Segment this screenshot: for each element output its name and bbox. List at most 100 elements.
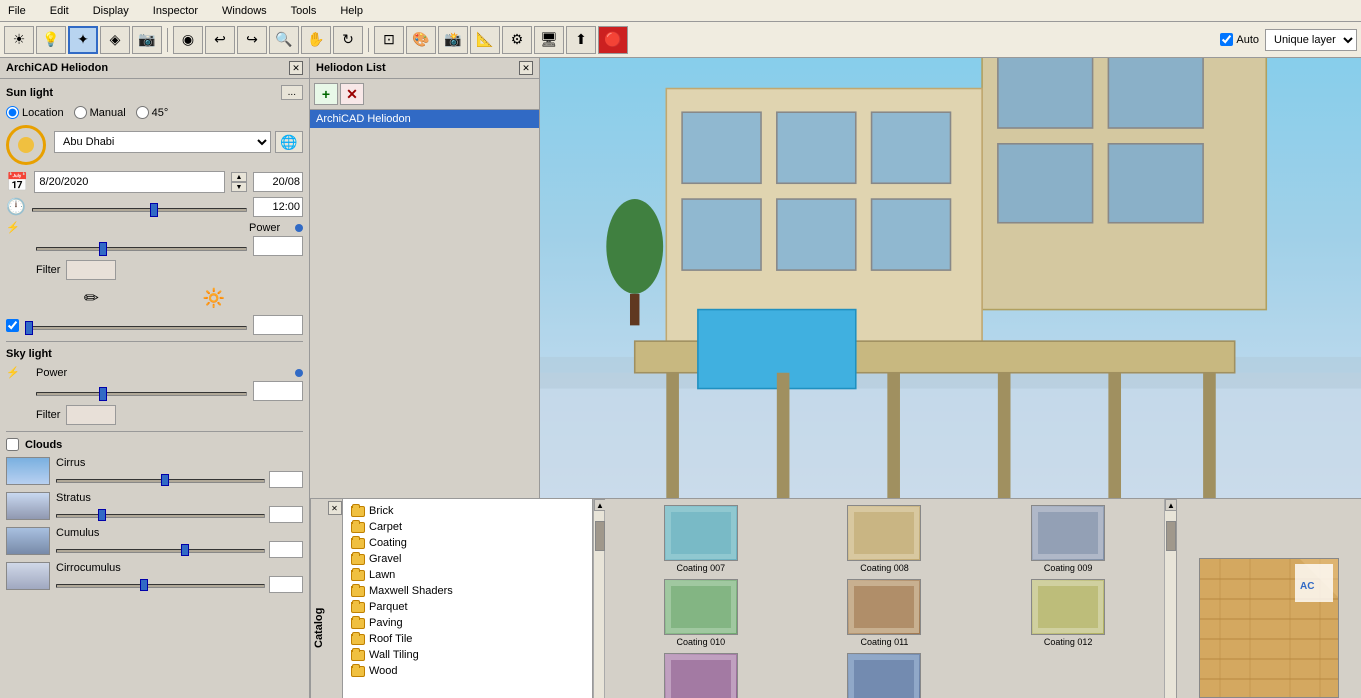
toolbar-camera[interactable]: 📷 bbox=[132, 26, 162, 54]
thumb-coating007[interactable]: Coating 007 bbox=[611, 505, 791, 575]
toolbar-color[interactable]: 🎨 bbox=[406, 26, 436, 54]
folder-icon-parquet bbox=[351, 602, 365, 613]
thumb-coating013[interactable]: Coating 013 bbox=[611, 653, 791, 698]
filter-input[interactable] bbox=[66, 260, 116, 280]
toolbar-red[interactable]: 🔴 bbox=[598, 26, 628, 54]
cirrocumulus-controls: Cirrocumulus 40 bbox=[56, 562, 303, 593]
thumb-coating014[interactable]: Coating 014 bbox=[795, 653, 975, 698]
thumb-coating008[interactable]: Coating 008 bbox=[795, 505, 975, 575]
cumulus-value[interactable]: 60 bbox=[269, 541, 303, 558]
sun-light-icon[interactable]: 🔆 bbox=[203, 288, 225, 309]
tree-item-lawn[interactable]: Lawn bbox=[347, 567, 588, 583]
toolbar-undo[interactable]: ↩ bbox=[205, 26, 235, 54]
catalog-vertical-label[interactable]: Catalog bbox=[310, 499, 327, 698]
catalog-close-button[interactable]: ✕ bbox=[328, 501, 342, 515]
sun-checkbox[interactable] bbox=[6, 319, 19, 332]
menu-windows[interactable]: Windows bbox=[218, 3, 271, 19]
time-slider-thumb[interactable] bbox=[150, 203, 158, 217]
cirrocumulus-thumb-slider[interactable] bbox=[140, 579, 148, 591]
skylight-filter-label: Filter bbox=[36, 409, 60, 421]
tree-item-rooftile[interactable]: Roof Tile bbox=[347, 631, 588, 647]
menu-tools[interactable]: Tools bbox=[287, 3, 321, 19]
toolbar-pan[interactable]: ✋ bbox=[301, 26, 331, 54]
power-slider-thumb[interactable] bbox=[99, 242, 107, 256]
layer-select[interactable]: Unique layer bbox=[1265, 29, 1357, 51]
tree-item-wood[interactable]: Wood bbox=[347, 663, 588, 679]
power-value-input[interactable]: 0.00 bbox=[253, 236, 303, 256]
heliodon-close-button[interactable]: ✕ bbox=[289, 61, 303, 75]
menu-file[interactable]: File bbox=[4, 3, 30, 19]
viewport-3d[interactable] bbox=[540, 58, 1361, 498]
skylight-slider-thumb[interactable] bbox=[99, 387, 107, 401]
toolbar-export[interactable]: ⬆ bbox=[566, 26, 596, 54]
toolbar-render[interactable]: ◉ bbox=[173, 26, 203, 54]
radio-45deg[interactable]: 45° bbox=[136, 106, 169, 119]
menu-inspector[interactable]: Inspector bbox=[149, 3, 202, 19]
power-section: ⚡ Power 0.00 bbox=[6, 221, 303, 256]
auto-checkbox[interactable] bbox=[1220, 33, 1233, 46]
radio-manual-input[interactable] bbox=[74, 106, 87, 119]
tree-item-brick[interactable]: Brick bbox=[347, 503, 588, 519]
tree-item-coating[interactable]: Coating bbox=[347, 535, 588, 551]
menu-display[interactable]: Display bbox=[89, 3, 133, 19]
toolbar-measure[interactable]: 📐 bbox=[470, 26, 500, 54]
tree-item-maxwell[interactable]: Maxwell Shaders bbox=[347, 583, 588, 599]
cirrocumulus-track bbox=[56, 584, 265, 588]
stratus-value[interactable]: 20 bbox=[269, 506, 303, 523]
thumb-coating009[interactable]: Coating 009 bbox=[978, 505, 1158, 575]
location-select[interactable]: Abu Dhabi bbox=[54, 131, 271, 153]
date-spin-down[interactable]: ▼ bbox=[231, 182, 247, 192]
cirrus-value[interactable]: 50 bbox=[269, 471, 303, 488]
toolbar-redo[interactable]: ↪ bbox=[237, 26, 267, 54]
cirrus-thumb-slider[interactable] bbox=[161, 474, 169, 486]
cumulus-thumb-slider[interactable] bbox=[181, 544, 189, 556]
checkbox-slider-thumb[interactable] bbox=[25, 321, 33, 335]
menu-edit[interactable]: Edit bbox=[46, 3, 73, 19]
cirrocumulus-value[interactable]: 40 bbox=[269, 576, 303, 593]
radio-45-input[interactable] bbox=[136, 106, 149, 119]
toolbar-light[interactable]: 💡 bbox=[36, 26, 66, 54]
clouds-checkbox[interactable] bbox=[6, 438, 19, 451]
hlist-item-archicad[interactable]: ArchiCAD Heliodon bbox=[310, 110, 539, 128]
radio-location-input[interactable] bbox=[6, 106, 19, 119]
top-area: Heliodon List ✕ + ✕ ArchiCAD Heliodon bbox=[310, 58, 1361, 498]
radio-location[interactable]: Location bbox=[6, 106, 64, 119]
date-spin-up[interactable]: ▲ bbox=[231, 172, 247, 182]
tree-item-paving[interactable]: Paving bbox=[347, 615, 588, 631]
tree-item-gravel[interactable]: Gravel bbox=[347, 551, 588, 567]
stratus-thumb-slider[interactable] bbox=[98, 509, 106, 521]
toolbar-screen[interactable]: 🖥 bbox=[534, 26, 564, 54]
skylight-filter-input[interactable] bbox=[66, 405, 116, 425]
cumulus-track bbox=[56, 549, 265, 553]
thumb-coating012[interactable]: Coating 012 bbox=[978, 579, 1158, 649]
date-display-input[interactable] bbox=[253, 172, 303, 192]
checkbox-value-input[interactable]: 0 bbox=[253, 315, 303, 335]
thumb-coating010[interactable]: Coating 010 bbox=[611, 579, 791, 649]
sun-pencil-icon[interactable]: ✏ bbox=[84, 288, 99, 309]
toolbar-zoom[interactable]: 🔍 bbox=[269, 26, 299, 54]
globe-button[interactable]: 🌐 bbox=[275, 131, 303, 153]
thumb-coating011[interactable]: Coating 011 bbox=[795, 579, 975, 649]
toolbar-settings[interactable]: ⚙ bbox=[502, 26, 532, 54]
toolbar-sun[interactable]: ☀ bbox=[4, 26, 34, 54]
catalog-scroll-thumb[interactable] bbox=[595, 521, 605, 551]
toolbar-frame[interactable]: ⊡ bbox=[374, 26, 404, 54]
time-input[interactable] bbox=[253, 197, 303, 217]
thumb-label-009: Coating 009 bbox=[1044, 563, 1093, 573]
tree-item-carpet[interactable]: Carpet bbox=[347, 519, 588, 535]
hlist-remove-button[interactable]: ✕ bbox=[340, 83, 364, 105]
sun-light-dots-button[interactable]: ... bbox=[281, 85, 303, 100]
toolbar-rotate[interactable]: ↻ bbox=[333, 26, 363, 54]
thumbs-scroll-thumb[interactable] bbox=[1166, 521, 1176, 551]
toolbar-active[interactable]: ✦ bbox=[68, 26, 98, 54]
toolbar-photo[interactable]: 📸 bbox=[438, 26, 468, 54]
hlist-close-button[interactable]: ✕ bbox=[519, 61, 533, 75]
tree-item-walltiling[interactable]: Wall Tiling bbox=[347, 647, 588, 663]
hlist-add-button[interactable]: + bbox=[314, 83, 338, 105]
toolbar-3d[interactable]: ◈ bbox=[100, 26, 130, 54]
menu-help[interactable]: Help bbox=[336, 3, 367, 19]
skylight-value-input[interactable]: 0.00 bbox=[253, 381, 303, 401]
radio-manual[interactable]: Manual bbox=[74, 106, 126, 119]
date-input[interactable] bbox=[34, 171, 225, 193]
tree-item-parquet[interactable]: Parquet bbox=[347, 599, 588, 615]
